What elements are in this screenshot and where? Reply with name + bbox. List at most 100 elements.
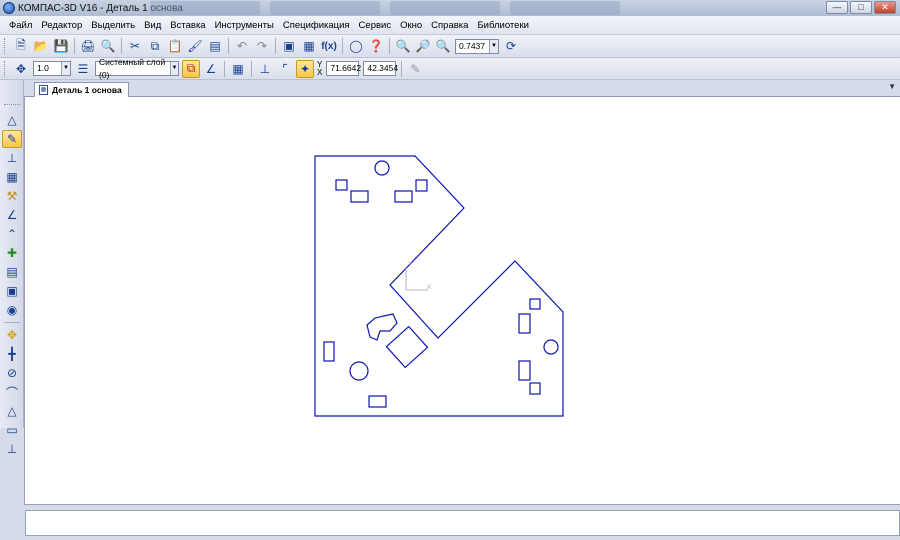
new-document-icon[interactable]: 🗎 xyxy=(12,37,30,55)
round-coords-icon[interactable]: ✦ xyxy=(296,59,314,78)
zoom-all-icon[interactable]: 🔎 xyxy=(414,37,432,55)
insert-icon[interactable]: ◉ xyxy=(2,301,22,319)
sketch-svg: X Y xyxy=(314,155,564,417)
status-bar xyxy=(0,505,900,540)
slot-rect xyxy=(350,190,369,203)
zoom-value: 0.7437 xyxy=(459,40,485,51)
menu-file[interactable]: Файл xyxy=(9,20,32,31)
origin-marker xyxy=(405,267,428,291)
open-icon[interactable]: 📂 xyxy=(32,37,50,55)
menu-tools[interactable]: Инструменты xyxy=(215,20,274,31)
toolbar-separator xyxy=(275,38,276,54)
redo-icon[interactable]: ↷ xyxy=(253,37,271,55)
chevron-down-icon[interactable]: ▼ xyxy=(489,39,498,53)
toolbar-grip[interactable] xyxy=(4,60,7,77)
ortho-mode-icon[interactable]: ⌜ xyxy=(276,60,294,78)
zoom-icon[interactable]: 🔍 xyxy=(434,37,452,55)
circle-icon[interactable]: ⊘ xyxy=(2,364,22,382)
zoom-window-icon[interactable]: 🔍 xyxy=(394,37,412,55)
paste-icon[interactable]: 📋 xyxy=(166,37,184,55)
layer-select[interactable]: Системный слой (0) ▼ xyxy=(95,57,179,80)
snap-magnet-icon[interactable]: ⧉ xyxy=(182,59,200,78)
toolbar-separator xyxy=(389,38,390,54)
chevron-down-icon[interactable]: ▼ xyxy=(61,62,70,75)
origin-x-label: X xyxy=(427,285,431,291)
hole-circle xyxy=(543,339,559,355)
slot-rect xyxy=(394,190,413,203)
zoom-select[interactable]: 0.7437 ▼ xyxy=(455,38,499,54)
menu-edit[interactable]: Редактор xyxy=(41,20,82,31)
menu-view[interactable]: Вид xyxy=(144,20,161,31)
layers-icon[interactable]: ☰ xyxy=(74,60,92,78)
arc-icon[interactable]: ⌒ xyxy=(2,383,22,401)
dimensions-icon[interactable]: ▦ xyxy=(2,168,22,186)
orthogonal-icon[interactable]: ∠ xyxy=(202,60,220,78)
variables-icon[interactable]: ▦ xyxy=(300,37,318,55)
tab-list-chevron-icon[interactable]: ▼ xyxy=(888,82,896,91)
slot-rect xyxy=(518,360,531,381)
menu-specification[interactable]: Спецификация xyxy=(283,20,350,31)
save-icon[interactable]: 💾 xyxy=(52,37,70,55)
menu-window[interactable]: Окно xyxy=(400,20,422,31)
y-coordinate-field[interactable]: 42.3454 xyxy=(363,61,398,76)
parametrize-icon[interactable]: ⊥ xyxy=(2,149,22,167)
maximize-button[interactable]: □ xyxy=(850,1,872,14)
refresh-icon[interactable]: ⟳ xyxy=(502,37,520,55)
toolbar-grip[interactable] xyxy=(4,38,7,54)
rotated-slot xyxy=(385,325,429,369)
x-coordinate-field[interactable]: 71.6642 xyxy=(326,61,361,76)
polyline-icon[interactable]: △ xyxy=(2,402,22,420)
minimize-button[interactable]: — xyxy=(826,1,848,14)
undo-icon[interactable]: ↶ xyxy=(233,37,251,55)
coord-x-label: X xyxy=(317,67,323,77)
help-icon[interactable]: ❓ xyxy=(367,37,385,55)
line-icon[interactable]: ╋ xyxy=(2,345,22,363)
cut-icon[interactable]: ✂ xyxy=(126,37,144,55)
step-select[interactable]: 1.0 ▼ xyxy=(33,61,71,76)
measure-icon[interactable]: ∠ xyxy=(2,206,22,224)
hole-circle xyxy=(374,160,390,176)
title-bar: КОМПАС-3D V16 - Деталь 1 основа — □ ✕ xyxy=(0,0,900,16)
copy-icon[interactable]: ⧉ xyxy=(146,37,164,55)
menu-libraries[interactable]: Библиотеки xyxy=(477,20,528,31)
geometry-icon[interactable]: △ xyxy=(2,111,22,129)
reports-icon[interactable]: ▣ xyxy=(2,282,22,300)
slot-rect xyxy=(529,298,541,310)
edit-icon[interactable]: ✎ xyxy=(2,130,22,148)
close-button[interactable]: ✕ xyxy=(874,1,896,14)
pen-icon[interactable]: ✎ xyxy=(406,60,424,78)
fx-icon[interactable]: f(x) xyxy=(320,37,338,55)
chevron-down-icon[interactable]: ▼ xyxy=(169,62,178,75)
spec-icon[interactable]: ▤ xyxy=(2,263,22,281)
toolbar-separator xyxy=(251,60,252,77)
properties-icon[interactable]: ▤ xyxy=(206,37,224,55)
menu-service[interactable]: Сервис xyxy=(359,20,392,31)
rectangle-icon[interactable]: ▭ xyxy=(2,421,22,439)
marking-icon[interactable]: ⚒ xyxy=(2,187,22,205)
cursor-step-icon[interactable]: ✥ xyxy=(12,60,30,78)
attach-icon[interactable]: ✚ xyxy=(2,244,22,262)
format-painter-icon[interactable]: 🖌 xyxy=(186,37,204,55)
toolbar-separator xyxy=(401,60,403,77)
preview-icon[interactable]: 🔍 xyxy=(99,37,117,55)
manager-icon[interactable]: ▣ xyxy=(280,37,298,55)
drawing-canvas[interactable]: X Y xyxy=(24,97,900,505)
slot-rect xyxy=(335,179,348,191)
toolbar-separator xyxy=(342,38,343,54)
layer-value: Системный слой (0) xyxy=(99,56,166,80)
toolbar-grip[interactable] xyxy=(4,104,20,107)
menu-insert[interactable]: Вставка xyxy=(170,20,205,31)
measure-icon[interactable]: ◯ xyxy=(347,37,365,55)
fragment-icon[interactable]: ✥ xyxy=(2,326,22,344)
compact-toolbar: △ ✎ ⊥ ▦ ⚒ ∠ ⌃ ✚ ▤ ▣ ◉ ✥ ╋ ⊘ ⌒ △ ▭ ⊥ xyxy=(0,80,24,456)
grid-icon[interactable]: ▦ xyxy=(229,60,247,78)
menu-help[interactable]: Справка xyxy=(431,20,468,31)
local-cs-icon[interactable]: ⊥ xyxy=(256,60,274,78)
select-icon[interactable]: ⌃ xyxy=(2,225,22,243)
tab-document[interactable]: ▦ Деталь 1 основа xyxy=(34,82,129,97)
origin-y-label: Y xyxy=(408,262,412,268)
slot-rect xyxy=(368,395,387,408)
menu-select[interactable]: Выделить xyxy=(91,20,135,31)
hatch-icon[interactable]: ⊥ xyxy=(2,440,22,458)
print-icon[interactable]: 🖨 xyxy=(79,37,97,55)
